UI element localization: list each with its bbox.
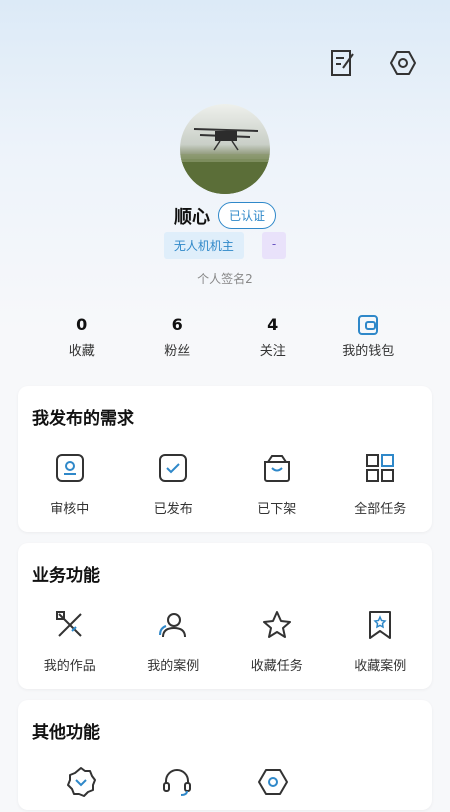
item-label: 收藏案例 bbox=[354, 659, 407, 674]
requests-reviewing[interactable]: 审核中 bbox=[22, 450, 118, 517]
section-title: 其他功能 bbox=[32, 723, 100, 743]
reviewing-icon bbox=[22, 450, 118, 486]
stat-label: 我的钱包 bbox=[342, 344, 395, 359]
my-cases[interactable]: 我的案例 bbox=[125, 607, 221, 674]
stat-value: 6 bbox=[171, 315, 183, 334]
verified-badge: 已认证 bbox=[217, 202, 276, 229]
stat-following[interactable]: 4 关注 bbox=[225, 314, 321, 359]
item-label: 收藏任务 bbox=[250, 659, 303, 674]
requests-removed[interactable]: 已下架 bbox=[229, 450, 325, 517]
item-label: 全部任务 bbox=[354, 502, 407, 517]
stat-label: 关注 bbox=[259, 344, 286, 359]
published-icon bbox=[125, 450, 221, 486]
my-works[interactable]: 我的作品 bbox=[22, 607, 118, 674]
name-row: 顺心 已认证 bbox=[0, 202, 450, 229]
item-label: 审核中 bbox=[50, 502, 90, 517]
wallet-icon bbox=[321, 314, 417, 336]
stat-value: 4 bbox=[267, 315, 279, 334]
stat-fans[interactable]: 6 粉丝 bbox=[130, 314, 226, 359]
pencil-ruler-icon bbox=[22, 607, 118, 643]
section-title: 我发布的需求 bbox=[32, 409, 134, 429]
other-item-3[interactable] bbox=[225, 764, 321, 812]
avatar[interactable] bbox=[180, 104, 270, 194]
business-functions-card: 业务功能 我的作品 我的案例 收藏任务 收藏案例 bbox=[18, 543, 432, 689]
secondary-tag: - bbox=[261, 232, 287, 259]
my-requests-card: 我发布的需求 审核中 已发布 已下架 全部任务 bbox=[18, 386, 432, 532]
item-label: 已发布 bbox=[153, 502, 193, 517]
item-label: 已下架 bbox=[257, 502, 297, 517]
requests-all[interactable]: 全部任务 bbox=[332, 450, 428, 517]
favorite-tasks[interactable]: 收藏任务 bbox=[229, 607, 325, 674]
favorite-cases[interactable]: 收藏案例 bbox=[332, 607, 428, 674]
top-actions bbox=[326, 46, 420, 80]
section-grid bbox=[18, 764, 432, 812]
hexagon-settings-icon bbox=[225, 764, 321, 800]
headset-icon bbox=[129, 764, 225, 800]
user-tags: 无人机机主 - bbox=[0, 232, 450, 259]
badge-check-icon bbox=[33, 764, 129, 800]
other-item-2[interactable] bbox=[129, 764, 225, 812]
stats-row: 0 收藏 6 粉丝 4 关注 我的钱包 bbox=[34, 314, 416, 359]
section-grid: 我的作品 我的案例 收藏任务 收藏案例 bbox=[18, 607, 432, 674]
stat-label: 收藏 bbox=[68, 344, 95, 359]
stat-label: 粉丝 bbox=[164, 344, 191, 359]
stat-value: 0 bbox=[76, 315, 88, 334]
bag-icon bbox=[229, 450, 325, 486]
other-item-1[interactable] bbox=[33, 764, 129, 812]
edit-icon[interactable] bbox=[326, 46, 360, 80]
section-grid: 审核中 已发布 已下架 全部任务 bbox=[18, 450, 432, 517]
settings-icon[interactable] bbox=[386, 46, 420, 80]
section-title: 业务功能 bbox=[32, 566, 100, 586]
other-functions-card: 其他功能 bbox=[18, 700, 432, 810]
item-label: 我的案例 bbox=[147, 659, 200, 674]
signature: 个人签名2 bbox=[197, 272, 253, 286]
stat-wallet[interactable]: 我的钱包 bbox=[321, 314, 417, 359]
bookmark-icon bbox=[332, 607, 428, 643]
user-name: 顺心 bbox=[173, 206, 210, 228]
role-tag: 无人机机主 bbox=[163, 232, 244, 259]
requests-published[interactable]: 已发布 bbox=[125, 450, 221, 517]
grid-icon bbox=[332, 450, 428, 486]
users-icon bbox=[125, 607, 221, 643]
item-label: 我的作品 bbox=[43, 659, 96, 674]
stat-favorites[interactable]: 0 收藏 bbox=[34, 314, 130, 359]
star-icon bbox=[229, 607, 325, 643]
